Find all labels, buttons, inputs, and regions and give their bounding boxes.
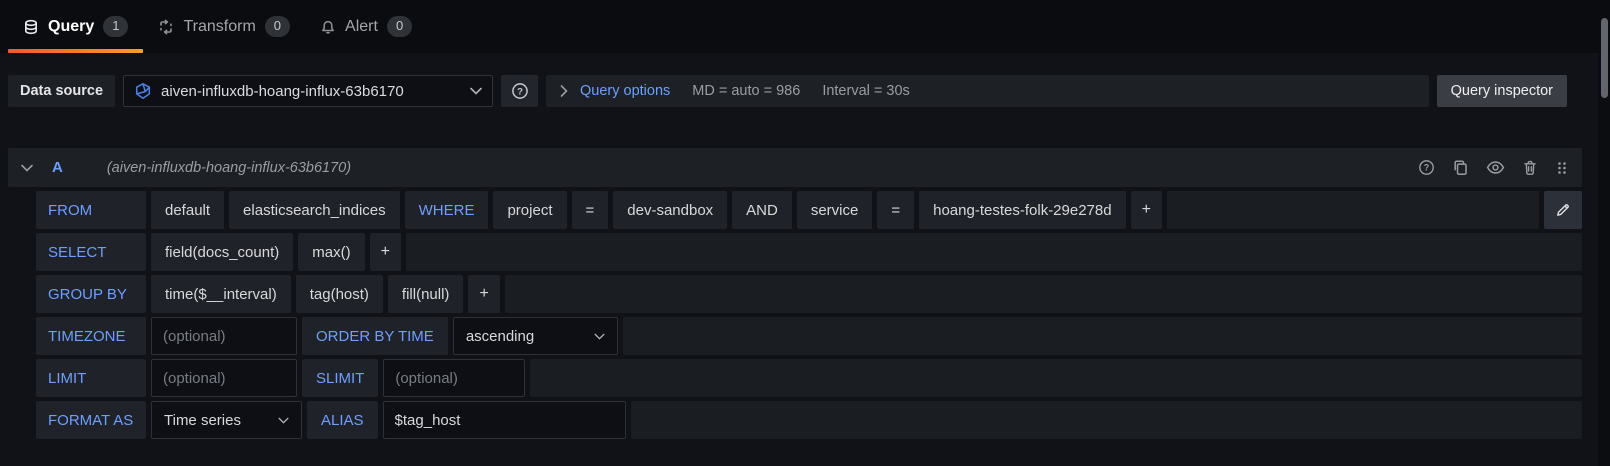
chevron-right-icon xyxy=(560,85,568,97)
order-by-time-select[interactable]: ascending xyxy=(453,317,618,355)
limit-row: LIMIT SLIMIT xyxy=(36,359,1582,397)
format-row-filler xyxy=(631,401,1582,439)
from-row: FROM default elasticsearch_indices WHERE… xyxy=(36,191,1582,229)
interval-summary: Interval = 30s xyxy=(822,83,909,99)
toggle-visibility-eye-icon[interactable] xyxy=(1486,160,1505,175)
query-header-actions: ? xyxy=(1418,159,1569,176)
where-tag1-operator-segment[interactable]: = xyxy=(572,191,609,229)
select-row: SELECT field(docs_count) max() + xyxy=(36,233,1582,271)
add-where-condition-button[interactable]: + xyxy=(1131,191,1162,229)
timezone-row-filler xyxy=(623,317,1582,355)
chevron-down-icon xyxy=(594,333,605,340)
right-gutter xyxy=(1598,53,1610,466)
tab-transform[interactable]: Transform 0 xyxy=(143,0,305,53)
group-by-fill-segment[interactable]: fill(null) xyxy=(388,275,464,313)
alias-input[interactable] xyxy=(383,401,626,439)
add-select-part-button[interactable]: + xyxy=(370,233,401,271)
svg-text:?: ? xyxy=(1424,163,1430,173)
where-tag2-value-segment[interactable]: hoang-testes-folk-29e278d xyxy=(919,191,1125,229)
where-tag1-value-segment[interactable]: dev-sandbox xyxy=(613,191,727,229)
select-aggregation-segment[interactable]: max() xyxy=(298,233,364,271)
limit-keyword: LIMIT xyxy=(36,359,146,397)
editor-tab-bar: Query 1 Transform 0 Alert 0 xyxy=(0,0,1610,53)
group-by-time-segment[interactable]: time($__interval) xyxy=(151,275,291,313)
alias-keyword: ALIAS xyxy=(307,401,378,439)
svg-text:?: ? xyxy=(517,86,523,97)
collapse-chevron-icon[interactable] xyxy=(21,164,33,172)
slimit-input[interactable] xyxy=(383,359,525,397)
timezone-row: TIMEZONE ORDER BY TIME ascending xyxy=(36,317,1582,355)
datasource-label: Data source xyxy=(8,75,115,107)
transform-icon xyxy=(158,19,174,35)
limit-row-filler xyxy=(530,359,1582,397)
group-by-row-filler xyxy=(505,275,1582,313)
query-options-toggle[interactable]: Query options xyxy=(560,83,670,99)
where-tag1-key-segment[interactable]: project xyxy=(493,191,566,229)
chevron-down-icon xyxy=(470,87,482,95)
pencil-icon xyxy=(1555,202,1571,218)
format-as-row: FORMAT AS Time series ALIAS xyxy=(36,401,1582,439)
format-as-keyword: FORMAT AS xyxy=(36,401,146,439)
tab-transform-label: Transform xyxy=(183,18,255,36)
where-tag2-key-segment[interactable]: service xyxy=(797,191,873,229)
add-group-by-part-button[interactable]: + xyxy=(468,275,499,313)
query-row-a: A (aiven-influxdb-hoang-influx-63b6170) … xyxy=(8,148,1582,439)
from-keyword: FROM xyxy=(36,191,146,229)
influxql-editor: FROM default elasticsearch_indices WHERE… xyxy=(36,191,1582,439)
where-keyword: WHERE xyxy=(405,191,489,229)
delete-query-trash-icon[interactable] xyxy=(1522,159,1538,176)
order-by-time-keyword: ORDER BY TIME xyxy=(302,317,448,355)
group-by-keyword: GROUP BY xyxy=(36,275,146,313)
query-inspector-button[interactable]: Query inspector xyxy=(1437,75,1567,107)
query-options-bar[interactable]: Query options MD = auto = 986 Interval =… xyxy=(546,75,1429,107)
tab-alert-label: Alert xyxy=(345,18,378,36)
order-by-time-value: ascending xyxy=(466,328,534,345)
datasource-help-button[interactable]: ? xyxy=(501,75,538,107)
format-as-value: Time series xyxy=(164,412,241,429)
help-circle-icon: ? xyxy=(511,82,529,100)
select-field-segment[interactable]: field(docs_count) xyxy=(151,233,293,271)
query-options-label: Query options xyxy=(580,83,670,99)
select-row-filler xyxy=(406,233,1582,271)
tab-transform-count-badge: 0 xyxy=(265,16,290,36)
datasource-picker[interactable]: aiven-influxdb-hoang-influx-63b6170 xyxy=(123,75,493,107)
tab-query-count-badge: 1 xyxy=(103,16,128,36)
limit-input[interactable] xyxy=(151,359,297,397)
query-help-icon[interactable]: ? xyxy=(1418,159,1435,176)
tab-alert[interactable]: Alert 0 xyxy=(305,0,427,53)
measurement-segment[interactable]: elasticsearch_indices xyxy=(229,191,400,229)
timezone-input[interactable] xyxy=(151,317,297,355)
tab-query[interactable]: Query 1 xyxy=(8,0,143,53)
group-by-tag-segment[interactable]: tag(host) xyxy=(296,275,383,313)
format-as-select[interactable]: Time series xyxy=(151,401,302,439)
query-toolbar: Data source aiven-influxdb-hoang-influx-… xyxy=(8,75,1567,107)
timezone-keyword: TIMEZONE xyxy=(36,317,146,355)
tab-query-label: Query xyxy=(48,18,94,36)
datasource-name: aiven-influxdb-hoang-influx-63b6170 xyxy=(161,83,404,100)
from-row-filler xyxy=(1167,191,1539,229)
max-data-points-summary: MD = auto = 986 xyxy=(692,83,800,99)
select-keyword: SELECT xyxy=(36,233,146,271)
chevron-down-icon xyxy=(278,417,289,424)
group-by-row: GROUP BY time($__interval) tag(host) fil… xyxy=(36,275,1582,313)
query-datasource-hint: (aiven-influxdb-hoang-influx-63b6170) xyxy=(107,160,351,176)
slimit-keyword: SLIMIT xyxy=(302,359,378,397)
database-icon xyxy=(23,19,39,35)
bell-icon xyxy=(320,19,336,35)
influxdb-logo-icon xyxy=(134,82,152,100)
duplicate-query-icon[interactable] xyxy=(1452,159,1469,176)
tab-alert-count-badge: 0 xyxy=(387,16,412,36)
toggle-text-edit-mode-button[interactable] xyxy=(1544,191,1582,229)
drag-handle-icon[interactable] xyxy=(1555,160,1569,176)
retention-policy-segment[interactable]: default xyxy=(151,191,224,229)
query-ref-id: A xyxy=(52,159,63,176)
query-a-header: A (aiven-influxdb-hoang-influx-63b6170) … xyxy=(8,148,1582,187)
where-tag2-operator-segment[interactable]: = xyxy=(877,191,914,229)
where-condition-segment[interactable]: AND xyxy=(732,191,792,229)
vertical-scrollbar-thumb[interactable] xyxy=(1601,18,1608,98)
